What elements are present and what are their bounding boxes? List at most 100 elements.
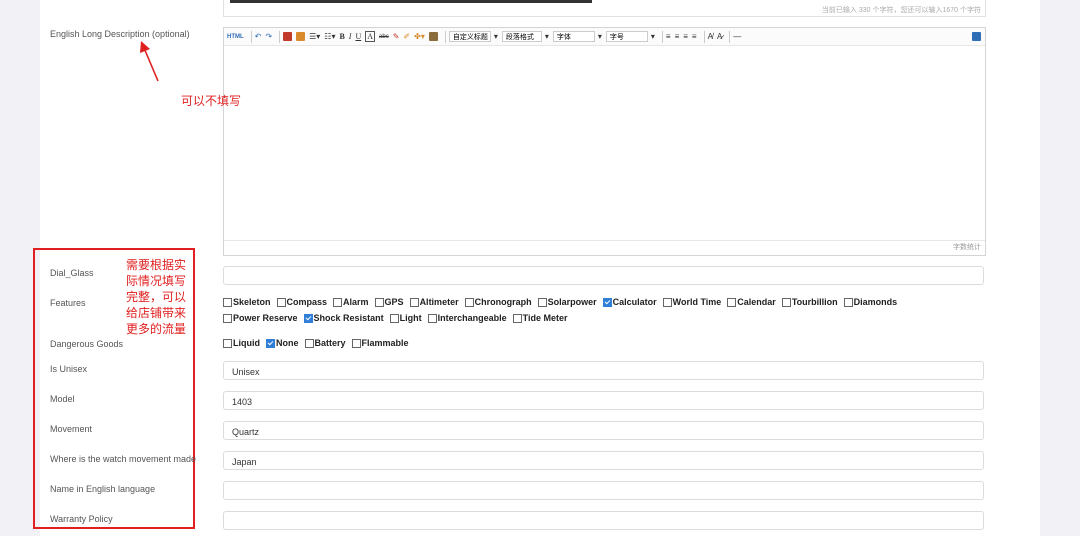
checkbox-option-tide-meter[interactable]: Tide Meter bbox=[512, 313, 567, 323]
bold-button[interactable]: B bbox=[339, 31, 344, 43]
checkbox-option-skeleton[interactable]: Skeleton bbox=[223, 297, 271, 307]
checkbox-option-chronograph[interactable]: Chronograph bbox=[464, 297, 532, 307]
annotation-arrow-icon bbox=[140, 41, 159, 82]
checkbox-option-diamonds[interactable]: Diamonds bbox=[843, 297, 897, 307]
checkbox-option-world-time[interactable]: World Time bbox=[662, 297, 721, 307]
checkbox-option-solarpower[interactable]: Solarpower bbox=[537, 297, 597, 307]
model-input[interactable]: 1403 bbox=[223, 391, 984, 410]
chevron-down-icon[interactable]: ▾ bbox=[598, 31, 602, 43]
checkbox-option-tourbillion[interactable]: Tourbillion bbox=[781, 297, 838, 307]
checkbox-label: Power Reserve bbox=[233, 313, 298, 323]
remove-format-icon[interactable]: A̷ bbox=[717, 31, 722, 43]
font-size-select[interactable]: 字号 bbox=[605, 31, 648, 42]
checkbox-unchecked-icon[interactable] bbox=[223, 313, 232, 323]
checkbox-label: Liquid bbox=[233, 338, 260, 348]
warranty-policy-input[interactable] bbox=[223, 511, 984, 530]
checkbox-unchecked-icon[interactable] bbox=[374, 297, 384, 307]
horizontal-rule-icon[interactable]: — bbox=[733, 31, 741, 43]
rich-text-editor[interactable]: HTML ↶ ↷ ☰▾ ☷▾ B I U A abc ✎ ✐ ✤▾ 自定义标题 … bbox=[223, 27, 986, 256]
checkbox-option-liquid[interactable]: Liquid bbox=[223, 338, 260, 348]
clear-format-icon[interactable]: A̸ bbox=[708, 31, 713, 43]
checkbox-unchecked-icon[interactable] bbox=[464, 297, 474, 307]
checkbox-unchecked-icon[interactable] bbox=[333, 297, 343, 307]
checkbox-checked-icon[interactable] bbox=[266, 338, 275, 348]
checkbox-option-compass[interactable]: Compass bbox=[276, 297, 327, 307]
image-icon[interactable] bbox=[283, 32, 293, 41]
text-color-button[interactable]: A bbox=[365, 31, 376, 42]
highlight-icon[interactable]: ✎ bbox=[393, 31, 400, 43]
checkbox-label: Skeleton bbox=[233, 297, 271, 307]
checkbox-option-gps[interactable]: GPS bbox=[374, 297, 404, 307]
chevron-down-icon[interactable]: ▾ bbox=[494, 31, 498, 43]
chevron-down-icon[interactable]: ▾ bbox=[545, 31, 549, 43]
ordered-list-icon[interactable]: ☰▾ bbox=[309, 31, 320, 43]
checkbox-option-flammable[interactable]: Flammable bbox=[351, 338, 409, 348]
checkbox-unchecked-icon[interactable] bbox=[223, 338, 232, 348]
align-left-icon[interactable]: ≡ bbox=[666, 31, 671, 43]
table-icon[interactable] bbox=[428, 32, 438, 41]
checkbox-unchecked-icon[interactable] bbox=[727, 297, 737, 307]
editor-content-area[interactable] bbox=[224, 46, 985, 241]
italic-button[interactable]: I bbox=[349, 31, 352, 43]
emoji-icon[interactable]: ✤▾ bbox=[414, 31, 425, 43]
chevron-down-icon[interactable]: ▾ bbox=[651, 31, 655, 43]
toolbar-separator bbox=[444, 30, 446, 43]
movement-input[interactable]: Quartz bbox=[223, 421, 984, 440]
checkbox-unchecked-icon[interactable] bbox=[304, 338, 314, 348]
unordered-list-icon[interactable]: ☷▾ bbox=[324, 31, 335, 43]
checkbox-option-none[interactable]: None bbox=[266, 338, 299, 348]
strikethrough-button[interactable]: abc bbox=[379, 31, 389, 43]
align-justify-icon[interactable]: ≡ bbox=[692, 31, 697, 43]
checkbox-option-power-reserve[interactable]: Power Reserve bbox=[223, 313, 298, 323]
english-name-label: Name in English language bbox=[50, 484, 156, 494]
checkbox-label: Tourbillion bbox=[791, 297, 838, 307]
checkbox-checked-icon[interactable] bbox=[303, 313, 313, 323]
checkbox-option-shock-resistant[interactable]: Shock Resistant bbox=[303, 313, 384, 323]
checkbox-option-light[interactable]: Light bbox=[389, 313, 422, 323]
heading-select[interactable]: 自定义标题 bbox=[448, 31, 491, 42]
checkbox-label: Alarm bbox=[343, 297, 369, 307]
html-source-button[interactable]: HTML bbox=[227, 31, 244, 43]
toolbar-separator bbox=[279, 30, 281, 43]
features-row-1: Skeleton Compass Alarm GPS Altimeter Chronogr… bbox=[223, 297, 903, 307]
fill-note-line: 给店铺带来 bbox=[126, 306, 187, 320]
checkbox-unchecked-icon[interactable] bbox=[537, 297, 547, 307]
format-painter-icon[interactable]: ✐ bbox=[403, 31, 410, 43]
checkbox-option-battery[interactable]: Battery bbox=[304, 338, 346, 348]
movement-origin-label: Where is the watch movement made bbox=[50, 454, 197, 464]
warranty-policy-label: Warranty Policy bbox=[50, 514, 113, 524]
checkbox-option-alarm[interactable]: Alarm bbox=[333, 297, 369, 307]
dial-glass-input[interactable] bbox=[223, 266, 984, 285]
paragraph-select[interactable]: 段落格式 bbox=[501, 31, 542, 42]
align-right-icon[interactable]: ≡ bbox=[683, 31, 688, 43]
checkbox-option-calculator[interactable]: Calculator bbox=[602, 297, 657, 307]
checkbox-unchecked-icon[interactable] bbox=[843, 297, 853, 307]
underline-button[interactable]: U bbox=[355, 31, 361, 43]
media-icon[interactable] bbox=[296, 32, 306, 41]
checkbox-unchecked-icon[interactable] bbox=[409, 297, 419, 307]
checkbox-unchecked-icon[interactable] bbox=[351, 338, 361, 348]
align-center-icon[interactable]: ≡ bbox=[675, 31, 680, 43]
checkbox-unchecked-icon[interactable] bbox=[389, 313, 399, 323]
checkbox-unchecked-icon[interactable] bbox=[781, 297, 791, 307]
checkbox-unchecked-icon[interactable] bbox=[427, 313, 437, 323]
checkbox-option-altimeter[interactable]: Altimeter bbox=[409, 297, 459, 307]
fullscreen-icon[interactable] bbox=[972, 32, 981, 41]
is-unisex-input[interactable]: Unisex bbox=[223, 361, 984, 380]
checkbox-unchecked-icon[interactable] bbox=[276, 297, 286, 307]
checkbox-label: Battery bbox=[314, 338, 346, 348]
checkbox-unchecked-icon[interactable] bbox=[223, 297, 232, 307]
movement-origin-input[interactable]: Japan bbox=[223, 451, 984, 470]
fill-note-line: 需要根据实 bbox=[126, 258, 187, 272]
english-name-input[interactable] bbox=[223, 481, 984, 500]
checkbox-unchecked-icon[interactable] bbox=[512, 313, 522, 323]
undo-icon[interactable]: ↶ bbox=[255, 31, 262, 43]
font-select[interactable]: 字体 bbox=[552, 31, 595, 42]
checkbox-option-calendar[interactable]: Calendar bbox=[727, 297, 776, 307]
fill-note-line: 更多的流量 bbox=[126, 322, 187, 336]
checkbox-option-interchangeable[interactable]: Interchangeable bbox=[427, 313, 507, 323]
toolbar-separator bbox=[661, 30, 663, 43]
checkbox-checked-icon[interactable] bbox=[602, 297, 612, 307]
redo-icon[interactable]: ↷ bbox=[265, 31, 272, 43]
checkbox-unchecked-icon[interactable] bbox=[662, 297, 672, 307]
